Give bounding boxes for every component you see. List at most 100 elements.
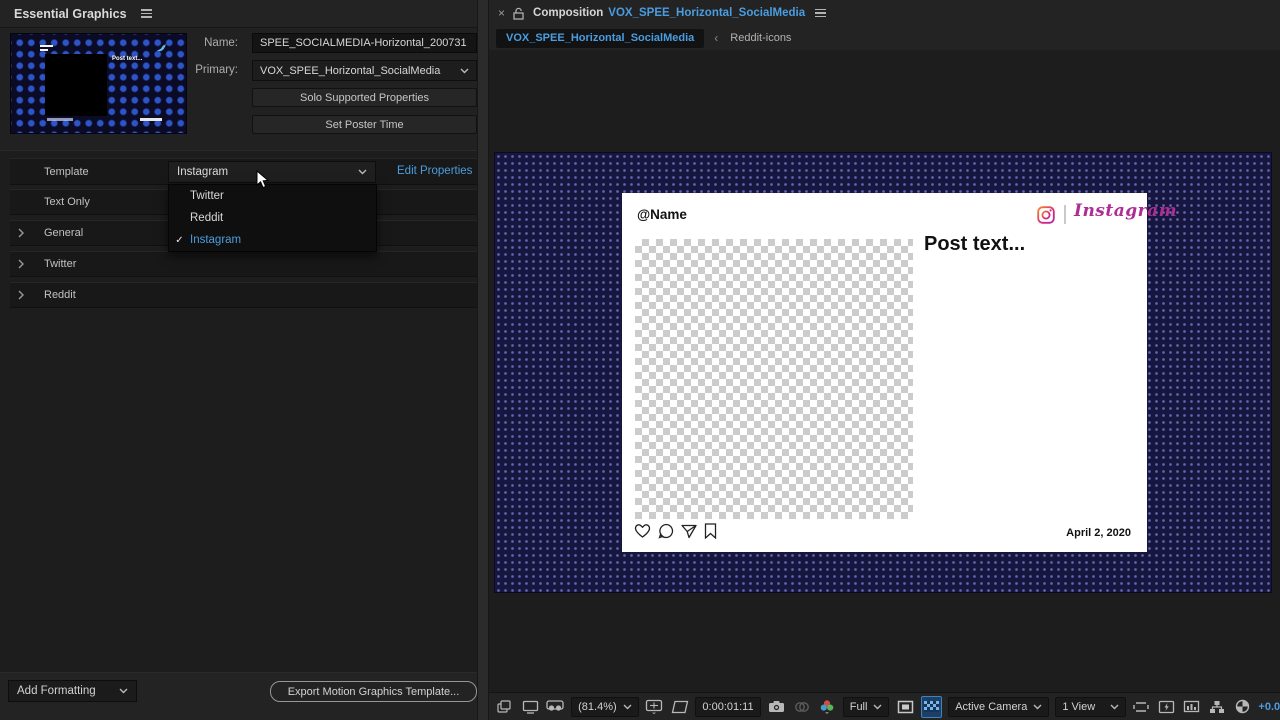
heart-icon xyxy=(634,523,651,539)
magnification-value: (81.4%) xyxy=(578,701,617,713)
magnification-select[interactable]: (81.4%) xyxy=(571,697,639,717)
panel-menu-icon[interactable] xyxy=(815,7,826,20)
after-effects-window: Essential Graphics Post text... Name: SP… xyxy=(0,0,1280,720)
logo-divider xyxy=(1064,205,1066,224)
transparency-grid-icon[interactable] xyxy=(921,696,942,718)
chevron-down-icon xyxy=(1033,704,1042,710)
primary-composition-value: VOX_SPEE_Horizontal_SocialMedia xyxy=(260,65,440,77)
name-input[interactable]: SPEE_SOCIALMEDIA-Horizontal_200731 xyxy=(252,33,477,53)
thumb-post-text: Post text... xyxy=(112,56,142,62)
3d-glasses-icon[interactable] xyxy=(546,697,565,717)
row-reddit[interactable]: Reddit xyxy=(10,282,477,308)
set-poster-time-button[interactable]: Set Poster Time xyxy=(252,115,477,134)
exposure-icon[interactable] xyxy=(1233,697,1252,717)
show-snapshot-icon[interactable] xyxy=(792,697,811,717)
breadcrumb-current[interactable]: VOX_SPEE_Horizontal_SocialMedia xyxy=(496,29,704,48)
template-row: Template Instagram Edit Properties xyxy=(10,158,477,185)
row-label: Text Only xyxy=(44,196,90,208)
name-label: Name: xyxy=(158,37,238,49)
thumb-logo-bar xyxy=(40,45,53,47)
pixel-aspect-correction-icon[interactable] xyxy=(1132,697,1151,717)
unlock-icon[interactable] xyxy=(513,7,525,20)
add-formatting-select[interactable]: Add Formatting xyxy=(8,680,137,702)
primary-label: Primary: xyxy=(158,64,238,76)
composition-breadcrumb: VOX_SPEE_Horizontal_SocialMedia ‹ Reddit… xyxy=(489,26,1280,50)
panel-divider[interactable] xyxy=(477,0,489,720)
safe-margins-icon[interactable] xyxy=(645,697,664,717)
row-label: General xyxy=(44,227,83,239)
tab-composition-name[interactable]: VOX_SPEE_Horizontal_SocialMedia xyxy=(608,7,805,19)
region-of-interest-icon[interactable] xyxy=(670,697,689,717)
chevron-right-icon[interactable] xyxy=(18,290,24,300)
instagram-camera-icon xyxy=(1037,206,1055,224)
bookmark-icon xyxy=(704,523,717,539)
back-chevron-icon[interactable]: ‹ xyxy=(714,31,718,45)
view-layout-value: 1 View xyxy=(1062,701,1095,713)
template-label: Template xyxy=(44,166,89,178)
snapshot-camera-icon[interactable] xyxy=(767,697,786,717)
menu-item-label: Twitter xyxy=(190,190,224,202)
thumb-caption-bar xyxy=(47,118,73,121)
check-icon: ✓ xyxy=(169,235,190,246)
panel-title: Essential Graphics xyxy=(14,7,127,21)
camera-view-value: Active Camera xyxy=(955,701,1027,713)
timecode-value: 0:00:01:11 xyxy=(702,701,753,713)
thumb-date-bar xyxy=(140,118,162,121)
breadcrumb-parent[interactable]: Reddit-icons xyxy=(730,32,791,44)
menu-item-twitter[interactable]: Twitter xyxy=(169,185,376,207)
row-label: Twitter xyxy=(44,258,76,270)
thumb-image-placeholder xyxy=(45,54,107,116)
timeline-icon[interactable] xyxy=(1182,697,1201,717)
template-select[interactable]: Instagram xyxy=(168,161,376,183)
add-formatting-label: Add Formatting xyxy=(17,685,96,697)
mouse-cursor xyxy=(256,170,269,189)
chevron-right-icon[interactable] xyxy=(18,228,24,238)
tab-prefix[interactable]: Composition xyxy=(533,7,603,19)
chevron-down-icon xyxy=(460,68,469,74)
panel-footer: Add Formatting Export Motion Graphics Te… xyxy=(0,672,477,720)
post-text: Post text... xyxy=(924,233,1025,256)
thumb-logo-bar xyxy=(40,49,48,51)
camera-view-select[interactable]: Active Camera xyxy=(948,697,1049,717)
mask-visibility-icon[interactable] xyxy=(895,697,914,717)
instagram-post-card: @Name Instagram Post text... xyxy=(622,193,1147,552)
resolution-select[interactable]: Full xyxy=(843,697,890,717)
post-date: April 2, 2020 xyxy=(1066,527,1131,539)
chevron-down-icon xyxy=(1110,704,1119,710)
close-icon[interactable]: × xyxy=(498,6,505,20)
primary-composition-select[interactable]: VOX_SPEE_Horizontal_SocialMedia xyxy=(252,60,477,81)
instagram-wordmark: Instagram xyxy=(1074,201,1177,221)
essential-graphics-panel: Essential Graphics Post text... Name: SP… xyxy=(0,0,477,720)
fast-previews-icon[interactable] xyxy=(1157,697,1176,717)
edit-properties-link[interactable]: Edit Properties xyxy=(397,165,472,177)
menu-item-instagram[interactable]: ✓ Instagram xyxy=(169,229,376,251)
solo-supported-properties-button[interactable]: Solo Supported Properties xyxy=(252,88,477,107)
exposure-value[interactable]: +0.0 xyxy=(1258,701,1280,713)
flowchart-icon[interactable] xyxy=(1208,697,1227,717)
chevron-down-icon xyxy=(119,688,128,694)
resolution-value: Full xyxy=(850,701,868,713)
export-motion-graphics-template-button[interactable]: Export Motion Graphics Template... xyxy=(270,681,477,702)
chevron-right-icon[interactable] xyxy=(18,259,24,269)
panel-menu-icon[interactable] xyxy=(141,7,152,20)
show-channels-icon[interactable] xyxy=(817,697,836,717)
preview-monitor-icon[interactable] xyxy=(520,697,539,717)
timecode-display[interactable]: 0:00:01:11 xyxy=(695,697,760,717)
view-layout-select[interactable]: 1 View xyxy=(1055,697,1125,717)
chevron-down-icon xyxy=(358,169,367,175)
menu-item-reddit[interactable]: Reddit xyxy=(169,207,376,229)
post-handle: @Name xyxy=(637,207,687,222)
chevron-down-icon xyxy=(623,704,632,710)
menu-item-label: Reddit xyxy=(190,212,223,224)
transparent-image-placeholder xyxy=(635,239,913,519)
composition-mini-flow-icon[interactable] xyxy=(495,697,514,717)
template-select-value: Instagram xyxy=(177,166,228,178)
comment-icon xyxy=(658,523,674,539)
row-twitter[interactable]: Twitter xyxy=(10,251,477,277)
chevron-down-icon xyxy=(873,704,882,710)
panel-header: Essential Graphics xyxy=(0,0,477,28)
viewer-toolbar: (81.4%) 0:00:01:11 Full xyxy=(489,692,1280,720)
post-action-icons xyxy=(634,523,717,539)
menu-item-label: Instagram xyxy=(190,234,241,246)
composition-tab-bar: × Composition VOX_SPEE_Horizontal_Social… xyxy=(489,0,1280,26)
